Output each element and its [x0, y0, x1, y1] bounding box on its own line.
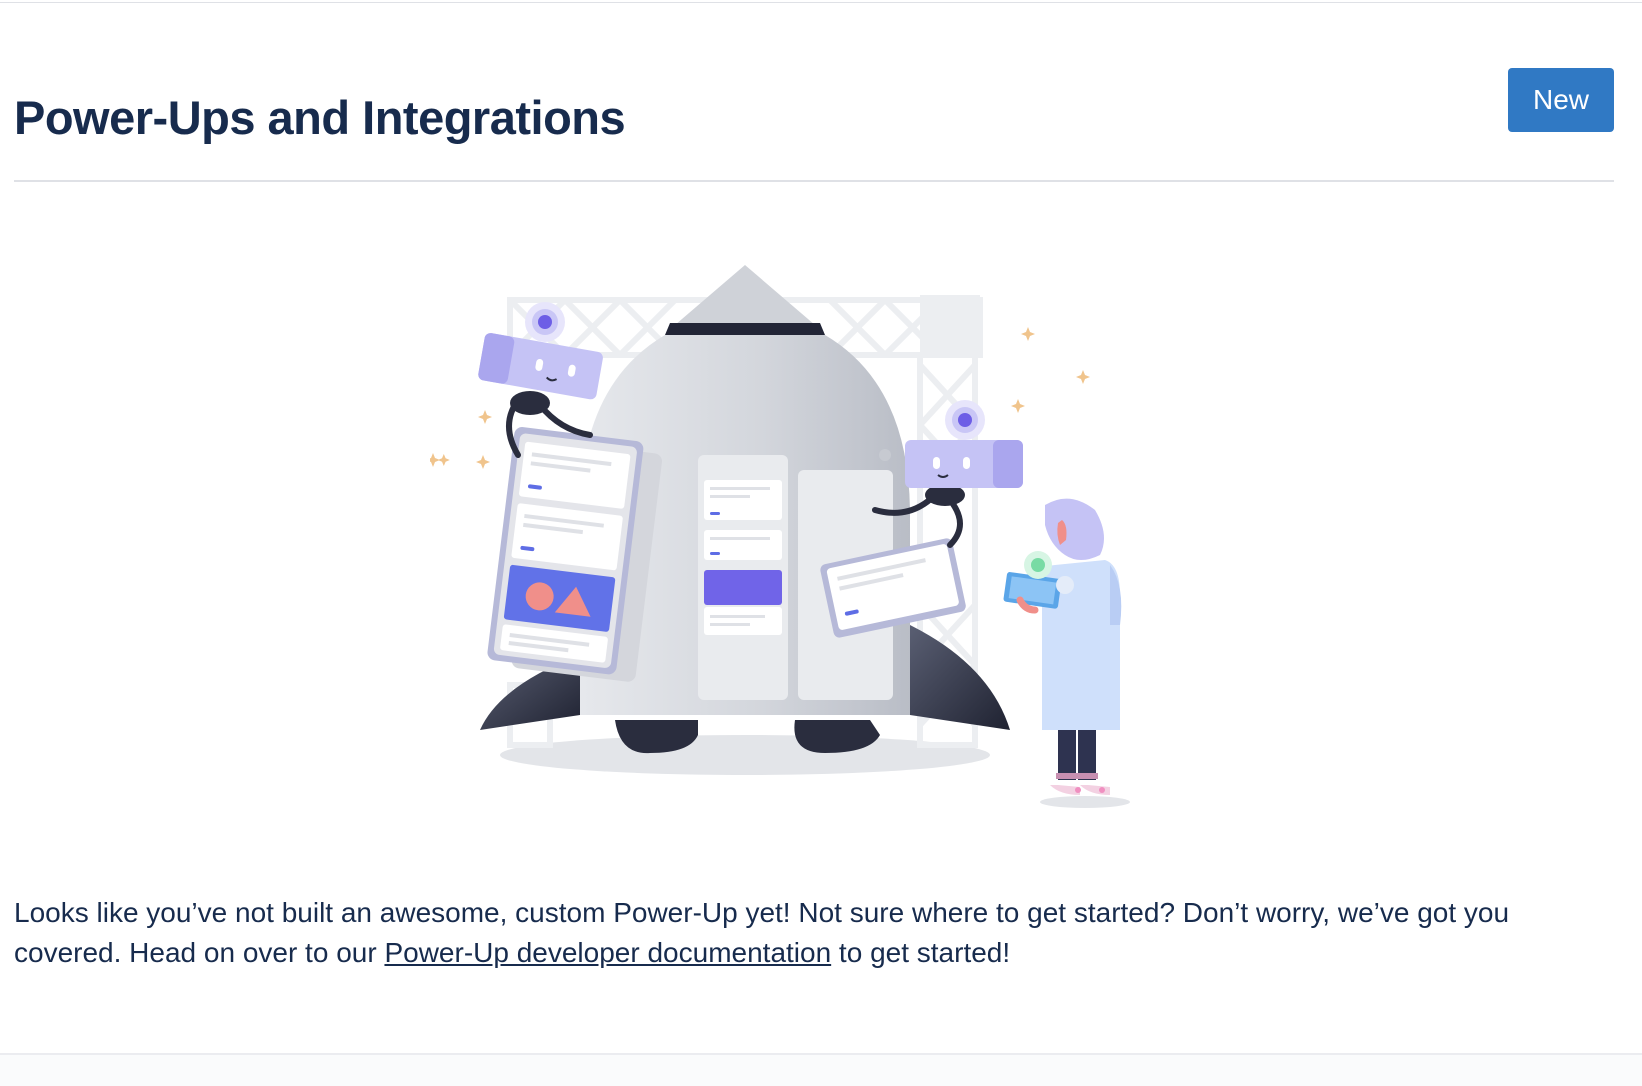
top-divider	[0, 2, 1642, 3]
message-text-after: to get started!	[831, 937, 1011, 968]
page-title: Power-Ups and Integrations	[14, 91, 626, 144]
rocket-illustration	[426, 265, 1210, 855]
empty-state-message: Looks like you’ve not built an awesome, …	[14, 893, 1614, 973]
header-divider	[14, 180, 1614, 182]
footer-strip	[0, 1053, 1642, 1086]
new-button[interactable]: New	[1508, 68, 1614, 132]
page-header: Power-Ups and Integrations New	[14, 60, 1614, 180]
developer-docs-link[interactable]: Power-Up developer documentation	[384, 937, 831, 968]
